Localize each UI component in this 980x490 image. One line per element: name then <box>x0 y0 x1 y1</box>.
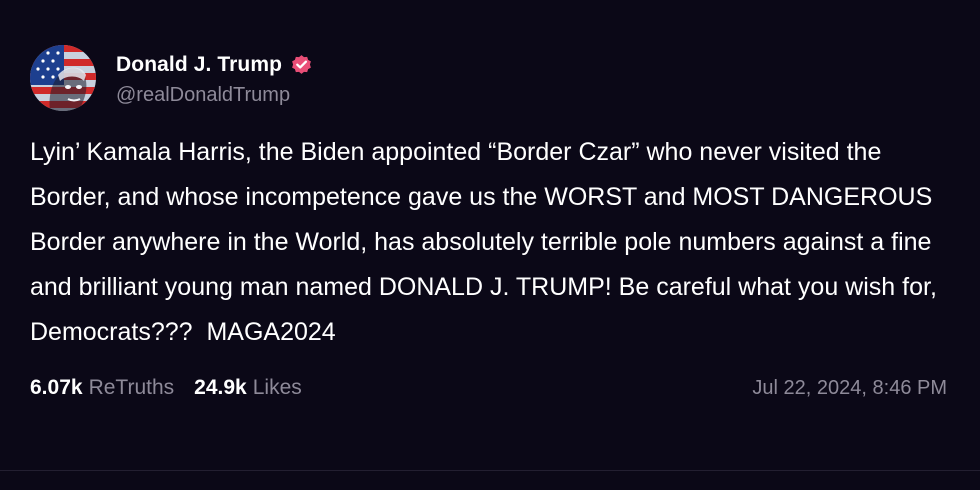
retruths-stat[interactable]: 6.07k ReTruths <box>30 376 174 400</box>
author-name-row: Donald J. Trump <box>116 50 313 80</box>
post-header: Donald J. Trump @realDonaldTrump <box>30 44 950 112</box>
avatar[interactable] <box>30 45 96 111</box>
likes-stat[interactable]: 24.9k Likes <box>194 376 302 400</box>
post-text: Lyin’ Kamala Harris, the Biden appointed… <box>30 138 944 346</box>
flag-portrait-avatar-icon <box>30 45 96 111</box>
likes-count: 24.9k <box>194 376 247 399</box>
author-info: Donald J. Trump @realDonaldTrump <box>116 50 313 107</box>
post-timestamp[interactable]: Jul 22, 2024, 8:46 PM <box>752 377 950 400</box>
post-footer: 6.07k ReTruths 24.9k Likes Jul 22, 2024,… <box>30 373 950 403</box>
divider <box>0 470 980 471</box>
verified-badge-icon <box>290 53 313 76</box>
author-display-name[interactable]: Donald J. Trump <box>116 53 282 77</box>
author-handle[interactable]: @realDonaldTrump <box>116 84 313 107</box>
retruths-label: ReTruths <box>88 376 175 399</box>
retruths-count: 6.07k <box>30 376 83 399</box>
post-card[interactable]: Donald J. Trump @realDonaldTrump Lyin’ K… <box>0 0 980 470</box>
likes-label: Likes <box>252 376 302 399</box>
